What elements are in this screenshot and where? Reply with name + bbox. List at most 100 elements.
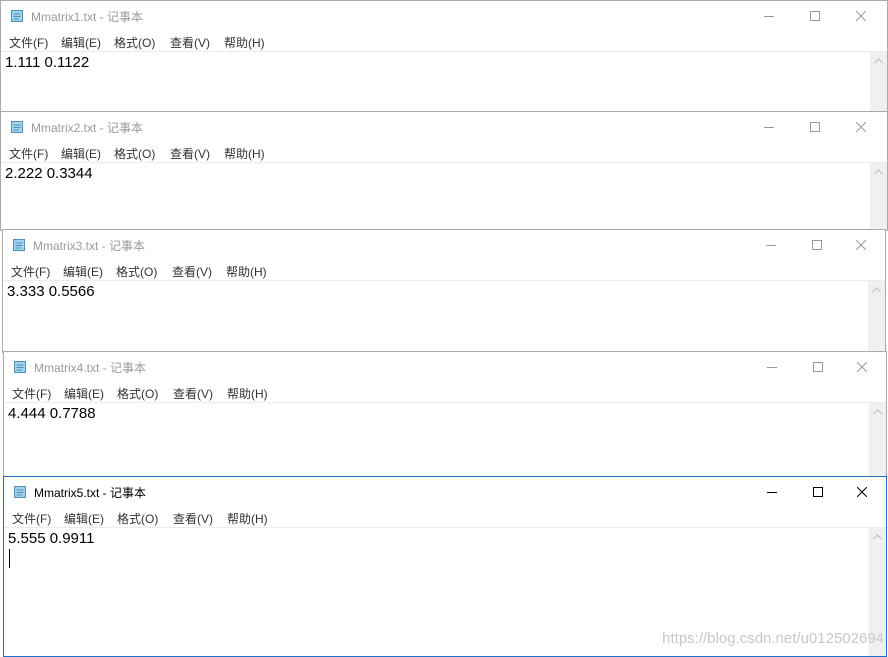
notepad-window-2[interactable]: Mmatrix2.txt - 记事本 文件(F) 编辑(E) 格式(O) 查看(…: [0, 111, 888, 231]
close-icon: [857, 362, 867, 372]
window-title: Mmatrix3.txt - 记事本: [33, 239, 146, 253]
scroll-up-arrow-icon: [873, 533, 882, 539]
minimize-icon: [767, 492, 777, 493]
menu-help[interactable]: 帮助(H): [224, 145, 265, 162]
file-content: 3.333 0.5566: [7, 283, 95, 300]
notepad-window-4[interactable]: Mmatrix4.txt - 记事本 文件(F) 编辑(E) 格式(O) 查看(…: [3, 351, 887, 477]
menu-edit[interactable]: 编辑(E): [64, 510, 104, 527]
close-button[interactable]: [838, 1, 884, 31]
scroll-up-button[interactable]: [869, 403, 886, 420]
menu-format[interactable]: 格式(O): [117, 385, 158, 402]
menu-file[interactable]: 文件(F): [12, 385, 51, 402]
text-editor-area[interactable]: 3.333 0.5566: [3, 281, 885, 352]
notepad-icon: [14, 486, 26, 498]
window-title: Mmatrix4.txt - 记事本: [34, 361, 147, 375]
notepad-icon: [11, 10, 23, 22]
close-button[interactable]: [839, 477, 885, 507]
text-editor-area[interactable]: 4.444 0.7788: [4, 403, 886, 476]
menu-bar: 文件(F) 编辑(E) 格式(O) 查看(V) 帮助(H): [1, 142, 887, 163]
close-icon: [856, 122, 866, 132]
text-editor-area[interactable]: 2.222 0.3344: [1, 163, 887, 230]
window-title: Mmatrix1.txt - 记事本: [31, 10, 144, 24]
menu-file[interactable]: 文件(F): [9, 145, 48, 162]
minimize-button[interactable]: [749, 352, 795, 382]
menu-edit[interactable]: 编辑(E): [63, 263, 103, 280]
notepad-icon: [14, 361, 26, 373]
watermark: https://blog.csdn.net/u012502694: [662, 630, 884, 647]
scroll-up-arrow-icon: [872, 286, 881, 292]
close-icon: [856, 240, 866, 250]
minimize-icon: [764, 16, 774, 17]
title-bar[interactable]: Mmatrix1.txt - 记事本: [1, 1, 887, 31]
vertical-scrollbar[interactable]: [870, 163, 887, 230]
menu-file[interactable]: 文件(F): [12, 510, 51, 527]
minimize-button[interactable]: [746, 112, 792, 142]
maximize-icon: [813, 487, 823, 497]
notepad-window-1[interactable]: Mmatrix1.txt - 记事本 文件(F) 编辑(E) 格式(O) 查看(…: [0, 0, 888, 112]
menu-view[interactable]: 查看(V): [170, 34, 210, 51]
minimize-icon: [767, 367, 777, 368]
menu-edit[interactable]: 编辑(E): [61, 145, 101, 162]
notepad-icon: [11, 121, 23, 133]
window-title: Mmatrix5.txt - 记事本: [34, 486, 147, 500]
menu-view[interactable]: 查看(V): [173, 510, 213, 527]
maximize-icon: [813, 362, 823, 372]
file-content: 2.222 0.3344: [5, 165, 93, 182]
scroll-up-button[interactable]: [870, 163, 887, 180]
scroll-up-button[interactable]: [870, 52, 887, 69]
menu-help[interactable]: 帮助(H): [224, 34, 265, 51]
scroll-up-arrow-icon: [874, 168, 883, 174]
menu-view[interactable]: 查看(V): [172, 263, 212, 280]
close-icon: [856, 11, 866, 21]
close-button[interactable]: [838, 112, 884, 142]
title-bar[interactable]: Mmatrix5.txt - 记事本: [4, 477, 886, 507]
title-bar[interactable]: Mmatrix3.txt - 记事本: [3, 230, 885, 260]
window-title: Mmatrix2.txt - 记事本: [31, 121, 144, 135]
menu-bar: 文件(F) 编辑(E) 格式(O) 查看(V) 帮助(H): [4, 507, 886, 528]
menu-edit[interactable]: 编辑(E): [64, 385, 104, 402]
maximize-button[interactable]: [792, 112, 838, 142]
scroll-up-arrow-icon: [873, 408, 882, 414]
maximize-icon: [810, 122, 820, 132]
maximize-button[interactable]: [795, 477, 841, 507]
maximize-button[interactable]: [795, 352, 841, 382]
menu-format[interactable]: 格式(O): [116, 263, 157, 280]
minimize-button[interactable]: [748, 230, 794, 260]
maximize-button[interactable]: [792, 1, 838, 31]
minimize-button[interactable]: [749, 477, 795, 507]
menu-view[interactable]: 查看(V): [170, 145, 210, 162]
vertical-scrollbar[interactable]: [869, 403, 886, 476]
menu-file[interactable]: 文件(F): [11, 263, 50, 280]
menu-view[interactable]: 查看(V): [173, 385, 213, 402]
menu-format[interactable]: 格式(O): [114, 145, 155, 162]
menu-edit[interactable]: 编辑(E): [61, 34, 101, 51]
scroll-up-button[interactable]: [869, 528, 886, 545]
close-button[interactable]: [839, 352, 885, 382]
vertical-scrollbar[interactable]: [870, 52, 887, 111]
notepad-window-3[interactable]: Mmatrix3.txt - 记事本 文件(F) 编辑(E) 格式(O) 查看(…: [2, 229, 886, 353]
scroll-up-button[interactable]: [868, 281, 885, 298]
title-bar[interactable]: Mmatrix2.txt - 记事本: [1, 112, 887, 142]
title-bar[interactable]: Mmatrix4.txt - 记事本: [4, 352, 886, 382]
menu-help[interactable]: 帮助(H): [226, 263, 267, 280]
scroll-up-arrow-icon: [874, 57, 883, 63]
menu-format[interactable]: 格式(O): [114, 34, 155, 51]
notepad-icon: [13, 239, 25, 251]
text-editor-area[interactable]: 1.111 0.1122: [1, 52, 887, 111]
file-content: 1.111 0.1122: [5, 54, 90, 71]
close-icon: [857, 487, 867, 497]
menu-bar: 文件(F) 编辑(E) 格式(O) 查看(V) 帮助(H): [4, 382, 886, 403]
menu-file[interactable]: 文件(F): [9, 34, 48, 51]
vertical-scrollbar[interactable]: [868, 281, 885, 352]
menu-format[interactable]: 格式(O): [117, 510, 158, 527]
minimize-icon: [766, 245, 776, 246]
menu-help[interactable]: 帮助(H): [227, 510, 268, 527]
menu-help[interactable]: 帮助(H): [227, 385, 268, 402]
maximize-icon: [810, 11, 820, 21]
close-button[interactable]: [838, 230, 884, 260]
minimize-icon: [764, 127, 774, 128]
minimize-button[interactable]: [746, 1, 792, 31]
maximize-button[interactable]: [794, 230, 840, 260]
menu-bar: 文件(F) 编辑(E) 格式(O) 查看(V) 帮助(H): [3, 260, 885, 281]
maximize-icon: [812, 240, 822, 250]
